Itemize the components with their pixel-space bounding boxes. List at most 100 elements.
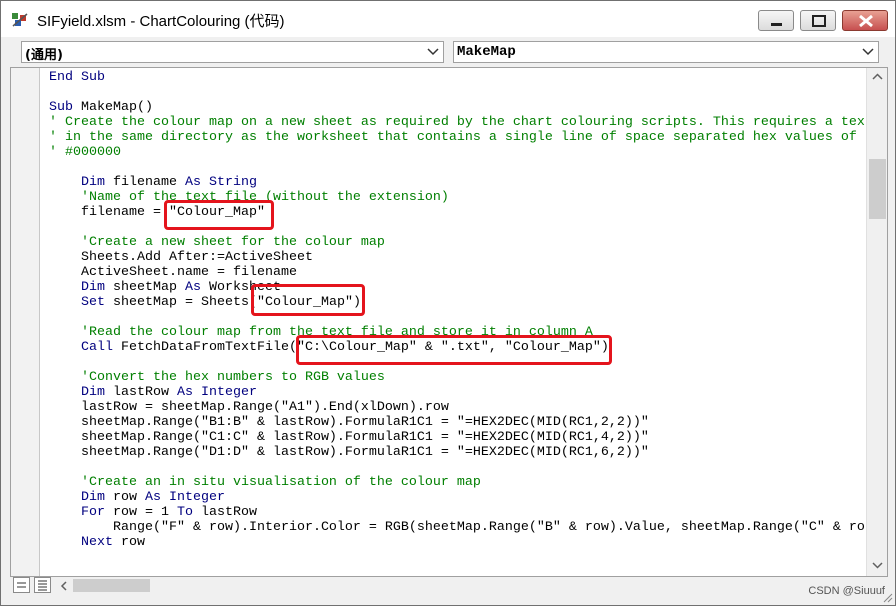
scroll-up-icon[interactable] <box>872 73 883 81</box>
code-comment: 'Create a new sheet for the colour map <box>49 235 385 250</box>
code-keyword: Dim <box>81 175 105 190</box>
code-keyword: Set <box>81 295 105 310</box>
code-text: lastRow = sheetMap.Range("A1").End(xlDow… <box>49 400 449 415</box>
code-keyword: Dim <box>81 490 105 505</box>
code-line[interactable]: filename = "Colour_Map" <box>49 205 265 220</box>
code-text: sheetMap = Sheets("Colour_Map") <box>105 295 361 310</box>
vba-code-window: SIFyield.xlsm - ChartColouring (代码) (通用)… <box>0 0 896 606</box>
code-line[interactable]: ' Create the colour map on a new sheet a… <box>49 115 865 130</box>
procedure-combo[interactable]: MakeMap <box>453 41 879 63</box>
code-text: filename <box>105 175 185 190</box>
code-line[interactable]: Next row <box>49 535 145 550</box>
horizontal-scroll-thumb[interactable] <box>73 579 150 592</box>
title-bar[interactable]: SIFyield.xlsm - ChartColouring (代码) <box>1 1 895 37</box>
code-text: sheetMap <box>105 280 185 295</box>
code-text: sheetMap.Range("D1:D" & lastRow).Formula… <box>49 445 649 460</box>
object-combo[interactable]: (通用) <box>21 41 444 63</box>
code-line[interactable]: 'Convert the hex numbers to RGB values <box>49 370 385 385</box>
code-keyword: Call <box>81 340 113 355</box>
window-title: SIFyield.xlsm - ChartColouring (代码) <box>37 13 285 30</box>
code-keyword: To <box>176 505 193 520</box>
code-comment: 'Name of the text file (without the exte… <box>49 190 449 205</box>
code-comment: 'Convert the hex numbers to RGB values <box>49 370 385 385</box>
code-line[interactable]: 'Name of the text file (without the exte… <box>49 190 449 205</box>
code-comment: 'Read the colour map from the text file … <box>49 325 593 340</box>
code-text: sheetMap.Range("B1:B" & lastRow).Formula… <box>49 415 649 430</box>
procedure-combo-value: MakeMap <box>457 44 516 60</box>
close-button[interactable] <box>842 10 888 31</box>
maximize-button[interactable] <box>800 10 836 31</box>
code-line[interactable]: ' #000000 <box>49 145 121 160</box>
code-editor[interactable]: End Sub Sub MakeMap() ' Create the colour … <box>10 67 888 577</box>
editor-bottom-bar: CSDN @Siuuuf <box>1 577 895 605</box>
code-line[interactable]: sheetMap.Range("C1:C" & lastRow).Formula… <box>49 430 649 445</box>
code-line[interactable]: Dim row As Integer <box>49 490 225 505</box>
code-text: lastRow <box>192 505 257 520</box>
combo-bar: (通用) MakeMap <box>1 37 895 65</box>
scroll-left-icon[interactable] <box>60 581 68 591</box>
code-text: row <box>113 535 145 550</box>
code-text: FetchDataFromTextFile("C:\Colour_Map" & … <box>113 340 609 355</box>
code-line[interactable]: lastRow = sheetMap.Range("A1").End(xlDow… <box>49 400 449 415</box>
minimize-button[interactable] <box>758 10 794 31</box>
code-line[interactable]: sheetMap.Range("B1:B" & lastRow).Formula… <box>49 415 649 430</box>
code-text: Sheets.Add After:=ActiveSheet <box>49 250 313 265</box>
code-line[interactable]: Sub MakeMap() <box>49 100 153 115</box>
code-keyword: As Integer <box>176 385 257 400</box>
scroll-down-icon[interactable] <box>872 561 883 569</box>
code-line[interactable]: Call FetchDataFromTextFile("C:\Colour_Ma… <box>49 340 609 355</box>
maximize-icon <box>812 15 826 27</box>
code-line[interactable]: Set sheetMap = Sheets("Colour_Map") <box>49 295 361 310</box>
horizontal-scrollbar[interactable] <box>57 577 857 594</box>
code-keyword: As <box>184 280 201 295</box>
code-line[interactable]: Dim filename As String <box>49 175 257 190</box>
code-line[interactable]: For row = 1 To lastRow <box>49 505 257 520</box>
procedure-view-icon <box>17 582 26 588</box>
code-keyword: End Sub <box>49 70 105 85</box>
code-line[interactable]: End Sub <box>49 70 105 85</box>
margin-indicator-bar[interactable] <box>11 68 40 576</box>
code-text: sheetMap.Range("C1:C" & lastRow).Formula… <box>49 430 649 445</box>
code-text: filename = "Colour_Map" <box>49 205 265 220</box>
full-module-view-button[interactable] <box>34 577 51 593</box>
code-text: row <box>105 490 145 505</box>
code-line[interactable]: sheetMap.Range("D1:D" & lastRow).Formula… <box>49 445 649 460</box>
chevron-down-icon[interactable] <box>427 47 439 57</box>
code-comment: 'Create an in situ visualisation of the … <box>49 475 481 490</box>
code-line[interactable]: Dim lastRow As Integer <box>49 385 257 400</box>
resize-grip-icon[interactable] <box>881 591 893 603</box>
code-line[interactable]: 'Read the colour map from the text file … <box>49 325 593 340</box>
code-line[interactable]: 'Create an in situ visualisation of the … <box>49 475 481 490</box>
code-line[interactable]: Range("F" & row).Interior.Color = RGB(sh… <box>49 520 865 535</box>
code-comment: ' Create the colour map on a new sheet a… <box>49 115 865 130</box>
code-line[interactable]: 'Create a new sheet for the colour map <box>49 235 385 250</box>
code-line[interactable]: Sheets.Add After:=ActiveSheet <box>49 250 313 265</box>
code-keyword: As Integer <box>145 490 225 505</box>
code-line[interactable]: ' in the same directory as the worksheet… <box>49 130 857 145</box>
code-keyword: Sub <box>49 100 73 115</box>
code-keyword: Dim <box>81 280 105 295</box>
code-line[interactable]: Dim sheetMap As Worksheet <box>49 280 281 295</box>
code-keyword: Dim <box>81 385 105 400</box>
code-comment: ' in the same directory as the worksheet… <box>49 130 857 145</box>
vertical-scroll-thumb[interactable] <box>869 159 886 219</box>
code-text: Worksheet <box>200 280 281 295</box>
code-text: ActiveSheet.name = filename <box>49 265 297 280</box>
full-module-view-icon <box>38 580 47 591</box>
chevron-down-icon[interactable] <box>862 47 874 57</box>
code-keyword: Next <box>81 535 113 550</box>
object-combo-value: (通用) <box>25 48 63 63</box>
vertical-scrollbar[interactable] <box>866 68 887 576</box>
code-line[interactable]: ActiveSheet.name = filename <box>49 265 297 280</box>
code-keyword: For <box>81 505 105 520</box>
procedure-view-button[interactable] <box>13 577 30 593</box>
code-area[interactable]: End Sub Sub MakeMap() ' Create the colour … <box>49 70 867 576</box>
